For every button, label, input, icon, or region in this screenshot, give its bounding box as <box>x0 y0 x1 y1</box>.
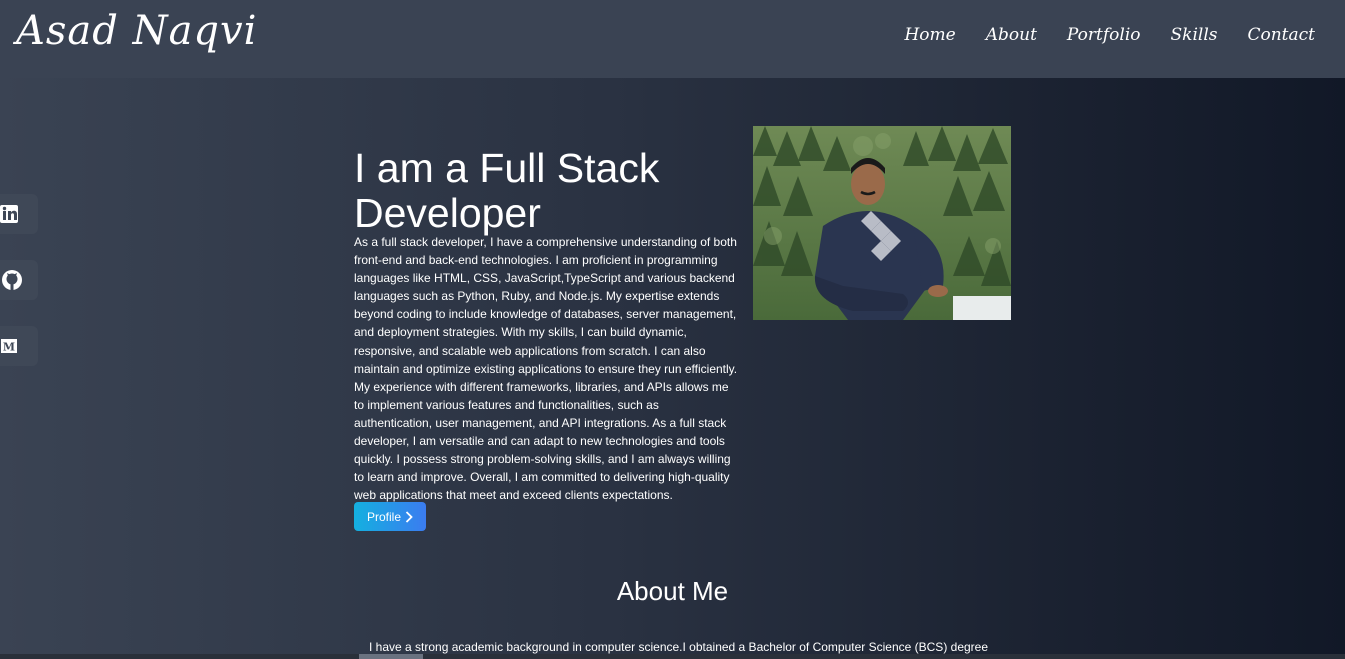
about-description: I have a strong academic background in c… <box>369 640 989 654</box>
medium-button[interactable]: M <box>0 326 38 366</box>
main-nav: Home About Portfolio Skills Contact <box>904 25 1315 45</box>
profile-button[interactable]: Profile <box>354 502 426 531</box>
chevron-right-icon <box>405 510 413 523</box>
nav-skills[interactable]: Skills <box>1171 25 1218 45</box>
site-logo[interactable]: Asad Naqvi <box>16 8 257 54</box>
hero-title: I am a Full Stack Developer <box>354 145 660 236</box>
linkedin-button[interactable] <box>0 194 38 234</box>
nav-contact[interactable]: Contact <box>1247 25 1315 45</box>
github-icon <box>2 270 22 290</box>
github-button[interactable] <box>0 260 38 300</box>
hero-description: As a full stack developer, I have a comp… <box>354 235 738 503</box>
profile-button-label: Profile <box>366 509 401 524</box>
svg-text:M: M <box>3 341 15 354</box>
linkedin-icon <box>0 205 18 223</box>
nav-home[interactable]: Home <box>904 25 955 45</box>
profile-photo <box>753 126 1011 320</box>
nav-about[interactable]: About <box>986 25 1037 45</box>
nav-portfolio[interactable]: Portfolio <box>1067 25 1141 45</box>
site-header: Asad Naqvi Home About Portfolio Skills C… <box>0 0 1345 78</box>
horizontal-scrollbar[interactable] <box>0 654 1345 659</box>
about-title: About Me <box>616 576 729 606</box>
scrollbar-thumb[interactable] <box>359 654 423 659</box>
medium-icon: M <box>1 339 17 354</box>
